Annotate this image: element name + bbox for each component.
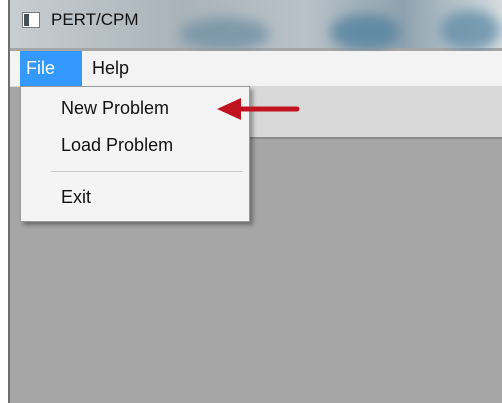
app-window: PERT/CPM File Help New Problem Load Prob… [8,0,502,403]
arrow-left-icon [217,98,300,120]
menu-bar: File Help [10,51,502,87]
menu-separator [51,171,243,172]
help-menu[interactable]: Help [86,51,135,86]
new-problem-menu-item[interactable]: New Problem [61,96,169,120]
window-title: PERT/CPM [51,10,139,29]
title-bar[interactable]: PERT/CPM [10,0,502,50]
load-problem-menu-item[interactable]: Load Problem [61,133,173,157]
file-menu[interactable]: File [20,51,82,86]
title-bar-background-blur [440,10,500,50]
title-bar-background-blur [330,14,400,50]
exit-menu-item[interactable]: Exit [61,185,91,209]
title-bar-background-blur [180,18,270,50]
screenshot-page: PERT/CPM File Help New Problem Load Prob… [0,0,502,403]
app-icon [22,12,40,28]
